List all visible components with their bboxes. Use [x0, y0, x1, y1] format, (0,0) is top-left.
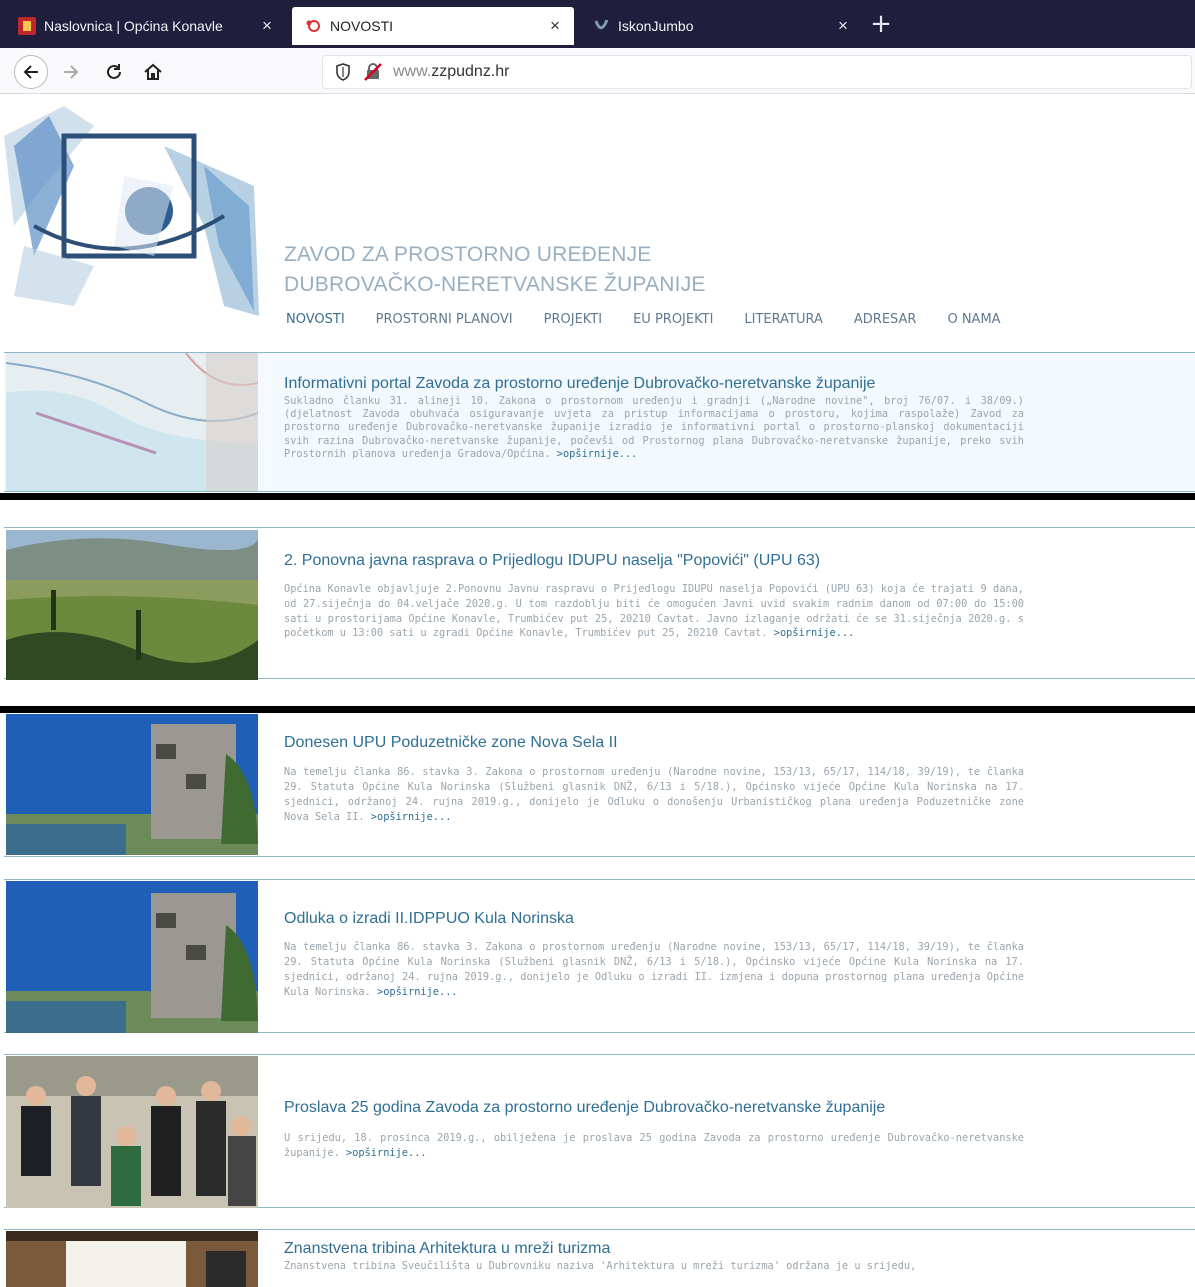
divider-bar: [0, 706, 1195, 713]
group-photo[interactable]: [6, 1056, 258, 1208]
site-logo[interactable]: [4, 106, 264, 316]
shield-icon[interactable]: [333, 62, 353, 82]
forward-arrow-icon: [64, 65, 79, 79]
iskon-favicon-icon: [594, 19, 609, 30]
close-tab-icon[interactable]: ×: [832, 16, 854, 36]
news-item: Znanstvena tribina Arhitektura u mreži t…: [4, 1229, 1195, 1287]
konavle-favicon-icon: [18, 17, 36, 35]
tab-bar: Naslovnica | Općina Konavle × NOVOSTI × …: [0, 0, 1195, 48]
site-title[interactable]: ZAVOD ZA PROSTORNO UREĐENJE DUBROVAČKO-N…: [284, 240, 706, 300]
news-excerpt: Znanstvena tribina Sveučilišta u Dubrovn…: [284, 1260, 917, 1272]
main-menu: NOVOSTI PROSTORNI PLANOVI PROJEKTI EU PR…: [286, 312, 1032, 327]
news-title[interactable]: Znanstvena tribina Arhitektura u mreži t…: [284, 1240, 1024, 1258]
close-tab-icon[interactable]: ×: [256, 16, 278, 36]
navigation-bar: www.zzpudnz.hr: [0, 48, 1195, 94]
news-item: Informativni portal Zavoda za prostorno …: [4, 352, 1195, 492]
landscape-photo[interactable]: [6, 530, 258, 680]
browser-window: Naslovnica | Općina Konavle × NOVOSTI × …: [0, 0, 1195, 1287]
menu-item-literatura[interactable]: LITERATURA: [744, 312, 822, 327]
reload-icon: [107, 64, 121, 79]
zzpu-favicon-icon: [306, 20, 320, 32]
read-more-link[interactable]: >opširnije...: [557, 448, 638, 460]
news-item: Proslava 25 godina Zavoda za prostorno u…: [4, 1054, 1195, 1208]
news-excerpt: Sukladno članku 31. alineji 10. Zakona o…: [284, 395, 1024, 460]
menu-item-eu-projekti[interactable]: EU PROJEKTI: [633, 312, 713, 327]
menu-item-prostorni-planovi[interactable]: PROSTORNI PLANOVI: [376, 312, 513, 327]
news-title[interactable]: Informativni portal Zavoda za prostorno …: [284, 375, 1024, 393]
tab-iskonjumbo[interactable]: IskonJumbo ×: [584, 7, 860, 45]
menu-item-adresar[interactable]: ADRESAR: [854, 312, 917, 327]
url-text: www.zzpudnz.hr: [393, 63, 510, 80]
news-excerpt: Na temelju članka 86. stavka 3. Zakona o…: [284, 941, 1024, 998]
back-arrow-icon: [23, 65, 38, 79]
read-more-link[interactable]: >opširnije...: [346, 1147, 427, 1159]
news-title[interactable]: Donesen UPU Poduzetničke zone Nova Sela …: [284, 734, 1024, 752]
menu-item-o-nama[interactable]: O NAMA: [947, 312, 1000, 327]
news-title[interactable]: Odluka o izradi II.IDPPUO Kula Norinska: [284, 910, 1024, 928]
news-excerpt: Općina Konavle objavljuje 2.Ponovnu Javn…: [284, 583, 1024, 640]
new-tab-button[interactable]: +: [866, 9, 896, 41]
tab-title: Naslovnica | Općina Konavle: [44, 18, 223, 34]
lecture-photo[interactable]: [6, 1231, 258, 1287]
tab-title: NOVOSTI: [330, 18, 394, 34]
tab-title: IskonJumbo: [618, 18, 694, 34]
close-tab-icon[interactable]: ×: [544, 16, 566, 36]
news-item: Odluka o izradi II.IDPPUO Kula Norinska …: [4, 879, 1195, 1033]
tab-naslovnica[interactable]: Naslovnica | Općina Konavle ×: [8, 7, 284, 45]
read-more-link[interactable]: >opširnije...: [377, 986, 458, 998]
divider-bar: [0, 493, 1195, 500]
home-button[interactable]: [136, 55, 170, 89]
read-more-link[interactable]: >opširnije...: [774, 627, 855, 639]
news-item: 2. Ponovna javna rasprava o Prijedlogu I…: [4, 527, 1195, 680]
tower-photo[interactable]: [6, 714, 258, 855]
back-button[interactable]: [14, 55, 48, 89]
read-more-link[interactable]: >opširnije...: [371, 811, 452, 823]
menu-item-novosti[interactable]: NOVOSTI: [286, 312, 345, 327]
forward-button[interactable]: [54, 55, 88, 89]
news-item: Donesen UPU Poduzetničke zone Nova Sela …: [4, 714, 1195, 857]
web-page: ZAVOD ZA PROSTORNO UREĐENJE DUBROVAČKO-N…: [0, 94, 1195, 1287]
home-icon: [144, 63, 162, 80]
news-excerpt: Na temelju članka 86. stavka 3. Zakona o…: [284, 766, 1024, 823]
news-title[interactable]: Proslava 25 godina Zavoda za prostorno u…: [284, 1099, 1024, 1117]
tower-photo[interactable]: [6, 881, 258, 1033]
tab-novosti[interactable]: NOVOSTI ×: [292, 7, 574, 45]
reload-button[interactable]: [97, 55, 131, 89]
news-excerpt: U srijedu, 18. prosinca 2019.g., obiljež…: [284, 1132, 1024, 1159]
address-bar[interactable]: www.zzpudnz.hr: [322, 55, 1192, 89]
map-thumbnail[interactable]: [6, 353, 258, 491]
news-title[interactable]: 2. Ponovna javna rasprava o Prijedlogu I…: [284, 552, 1024, 570]
menu-item-projekti[interactable]: PROJEKTI: [544, 312, 602, 327]
insecure-connection-icon[interactable]: [363, 62, 383, 82]
